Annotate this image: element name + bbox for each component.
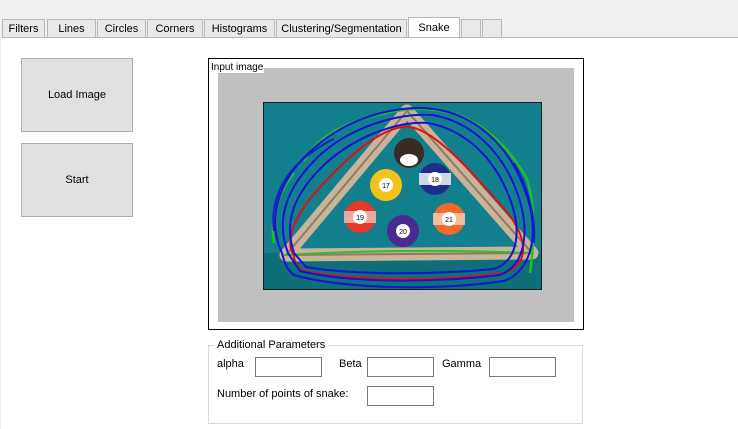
image-canvas: 17 18 19 20 21	[218, 68, 574, 322]
points-field[interactable]	[367, 386, 434, 406]
svg-text:20: 20	[399, 229, 407, 236]
tab-clustering-segmentation[interactable]: Clustering/Segmentation	[276, 19, 407, 37]
alpha-field[interactable]	[255, 357, 322, 377]
tab-corners[interactable]: Corners	[147, 19, 203, 37]
beta-label: Beta	[339, 358, 362, 370]
ball-18: 18	[419, 163, 451, 195]
tab-filters[interactable]: Filters	[2, 19, 45, 37]
ball-17: 17	[370, 169, 402, 201]
beta-field[interactable]	[367, 357, 434, 377]
svg-text:19: 19	[356, 215, 364, 222]
load-image-button[interactable]: Load Image	[21, 58, 133, 132]
additional-parameters-group: Additional Parameters alpha Beta Gamma N…	[208, 339, 583, 424]
ball-21: 21	[433, 203, 465, 235]
alpha-label: alpha	[217, 358, 244, 370]
tab-lines[interactable]: Lines	[47, 19, 96, 37]
ball-19: 19	[344, 201, 376, 233]
snake-result-image: 17 18 19 20 21	[264, 103, 541, 289]
ball-20: 20	[387, 215, 419, 247]
tab-histograms[interactable]: Histograms	[204, 19, 275, 37]
gamma-field[interactable]	[489, 357, 556, 377]
svg-text:18: 18	[431, 177, 439, 184]
gamma-label: Gamma	[442, 358, 482, 370]
svg-text:21: 21	[445, 217, 453, 224]
points-label: Number of points of snake:	[217, 388, 349, 400]
tab-bar: Filters Lines Circles Corners Histograms…	[0, 0, 738, 38]
tab-snake[interactable]: Snake	[408, 17, 460, 38]
input-image-label: Input image	[211, 62, 265, 73]
tab-blank-2[interactable]	[482, 19, 502, 37]
start-button[interactable]: Start	[21, 143, 133, 217]
input-image-frame: 17 18 19 20 21 Input image	[208, 58, 584, 330]
tab-circles[interactable]: Circles	[97, 19, 146, 37]
input-image: 17 18 19 20 21	[263, 102, 542, 290]
tab-blank-1[interactable]	[461, 19, 481, 37]
svg-text:17: 17	[382, 183, 390, 190]
additional-parameters-title: Additional Parameters	[214, 339, 329, 352]
